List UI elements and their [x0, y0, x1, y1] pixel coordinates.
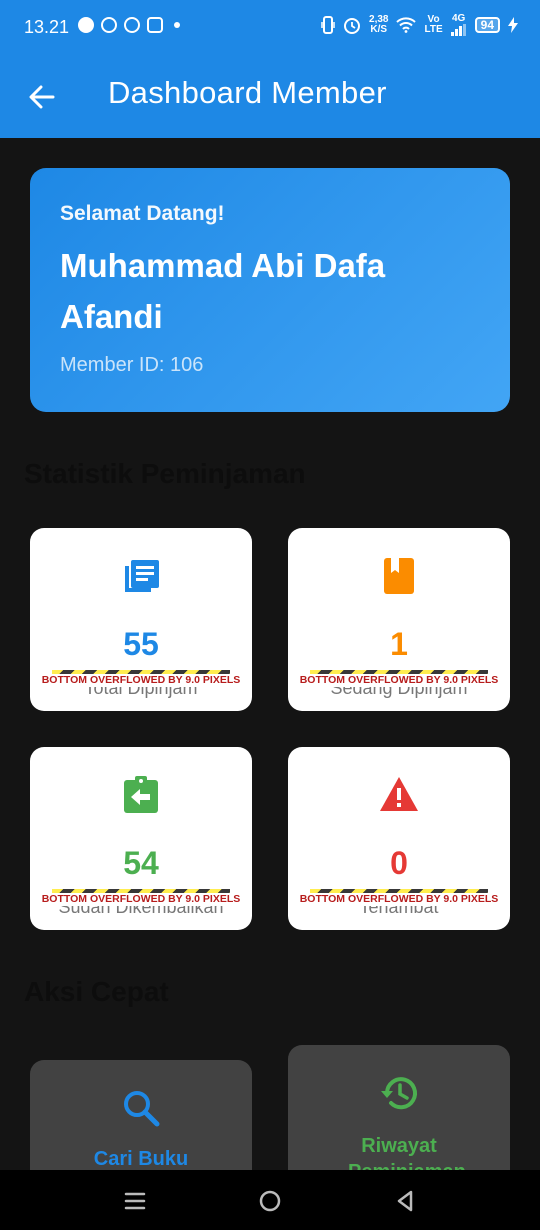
speed-unit: K/S [370, 24, 388, 35]
wifi-icon [396, 17, 417, 33]
overflow-warning: BOTTOM OVERFLOWED BY 9.0 PIXELS [288, 674, 510, 687]
home-icon [259, 1190, 281, 1212]
back-triangle-icon [397, 1190, 413, 1212]
battery-indicator: 94 [474, 17, 500, 33]
signal-indicator: 4G [450, 13, 467, 36]
member-id: Member ID: 106 [60, 354, 204, 376]
alarm-icon [344, 18, 361, 34]
system-back-button[interactable] [390, 1187, 420, 1215]
stat-card-returned: 54 Sudah Dikembalikan BOTTOM OVERFLOWED … [30, 747, 252, 930]
volte-indicator: Vo LTE [424, 15, 442, 35]
history-icon [381, 1077, 417, 1110]
whatsapp-icon [101, 17, 117, 33]
overflow-warning: BOTTOM OVERFLOWED BY 9.0 PIXELS [288, 893, 510, 906]
stat-card-late: 0 Terlambat BOTTOM OVERFLOWED BY 9.0 PIX… [288, 747, 510, 930]
charging-icon [508, 17, 518, 33]
action-label: Cari Buku [93, 1148, 189, 1170]
system-nav-bar [0, 1170, 540, 1230]
status-right: 2,38 K/S Vo LTE 4G 94 [321, 14, 518, 36]
signal-icon [450, 24, 466, 36]
network-4g: 4G [451, 13, 466, 24]
more-notifications-dot-icon [174, 22, 180, 28]
library-books-icon [125, 560, 159, 592]
actions-section-title: Aksi Cepat [24, 976, 169, 1007]
book-icon [384, 558, 414, 594]
recent-apps-icon [124, 1192, 146, 1210]
instagram-icon [147, 17, 163, 33]
notification-icons [78, 17, 180, 33]
arrow-back-icon [29, 85, 55, 109]
welcome-card: Selamat Datang! Muhammad Abi Dafa Afandi… [30, 168, 510, 412]
network-speed: 2,38 K/S [369, 15, 388, 35]
recent-apps-button[interactable] [120, 1187, 150, 1215]
status-time: 13.21 [24, 17, 70, 37]
welcome-greeting: Selamat Datang! [60, 202, 225, 225]
stat-card-total: 55 Total Dipinjam BOTTOM OVERFLOWED BY 9… [30, 528, 252, 711]
overflow-warning: BOTTOM OVERFLOWED BY 9.0 PIXELS [30, 674, 252, 687]
stat-value: 1 [390, 626, 408, 662]
app-bar: Dashboard Member [0, 55, 540, 138]
search-icon [124, 1091, 160, 1127]
stat-value: 0 [390, 845, 408, 881]
stats-section-title: Statistik Peminjaman [24, 458, 306, 489]
stat-card-active: 1 Sedang Dipinjam BOTTOM OVERFLOWED BY 9… [288, 528, 510, 711]
home-button[interactable] [255, 1187, 285, 1215]
back-button[interactable] [22, 77, 62, 117]
vibrate-icon [321, 16, 335, 34]
status-bar: 13.21 2,38 K/S Vo LTE 4G 94 [0, 0, 540, 55]
page-title: Dashboard Member [108, 75, 387, 110]
assignment-return-icon [124, 776, 158, 813]
warning-icon [380, 777, 418, 811]
stat-value: 54 [123, 845, 159, 881]
settings-notification-icon [124, 17, 140, 33]
overflow-warning: BOTTOM OVERFLOWED BY 9.0 PIXELS [30, 893, 252, 906]
chat-notification-icon [78, 17, 94, 33]
volte-lte: LTE [424, 24, 443, 35]
member-name: Muhammad Abi Dafa Afandi [60, 247, 386, 335]
stat-value: 55 [123, 626, 159, 662]
